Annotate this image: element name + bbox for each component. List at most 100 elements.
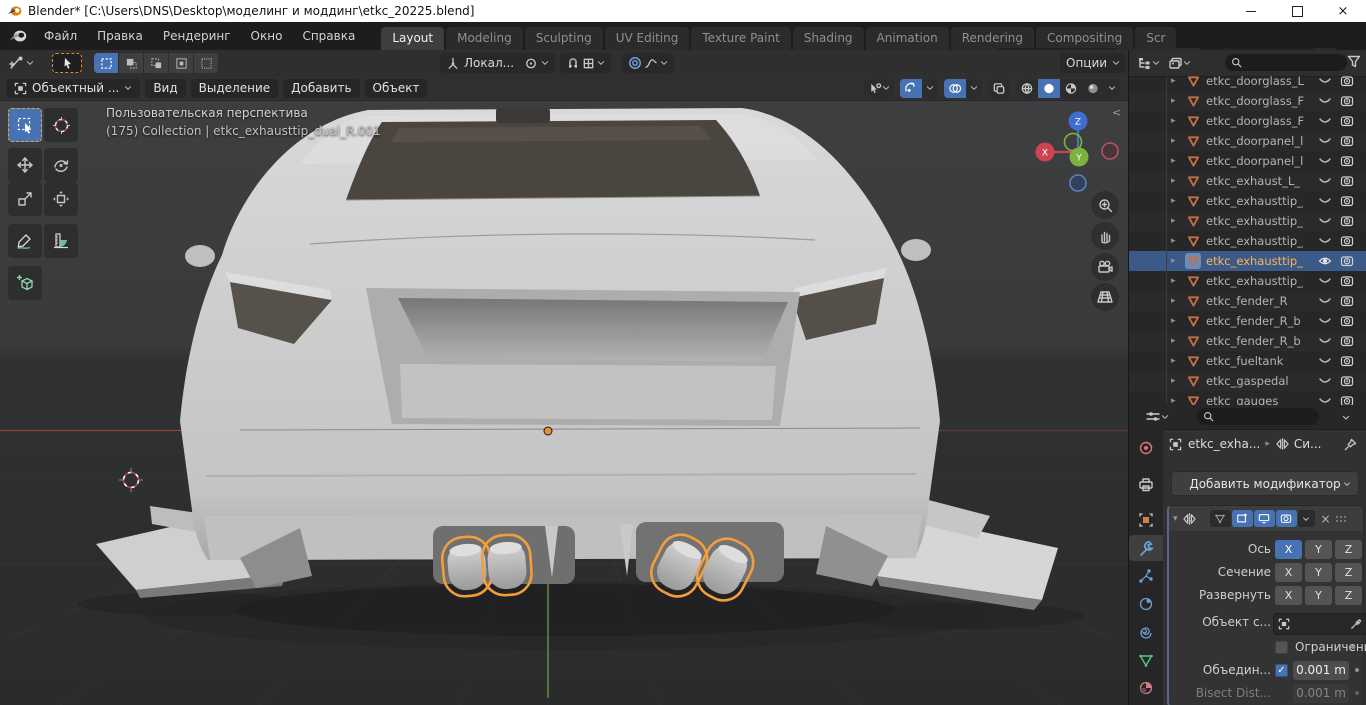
disclosure-triangle-icon[interactable]: ▸	[1171, 136, 1185, 146]
workspace-tab[interactable]: Compositing	[1036, 27, 1133, 50]
sidebar-collapse-chevron[interactable]: <	[1112, 106, 1121, 119]
viewport-menu-item[interactable]: Добавить	[283, 79, 359, 98]
outliner-row[interactable]: ▸ etkc_fueltank	[1129, 351, 1366, 371]
disable-render-toggle[interactable]	[1336, 215, 1358, 227]
minimize-button[interactable]	[1228, 0, 1274, 22]
shading-rendered-button[interactable]	[1082, 79, 1104, 98]
pivot-point-dropdown[interactable]	[518, 53, 555, 73]
outliner-row[interactable]: ▸ etkc_fender_R_b	[1129, 311, 1366, 331]
properties-options-chevron[interactable]	[1341, 413, 1351, 422]
tab-material-properties[interactable]	[1129, 675, 1163, 701]
select-mode-intersect[interactable]	[194, 53, 218, 73]
object-name[interactable]: etkc_exhausttip_	[1206, 274, 1314, 288]
axis-y-button[interactable]: Y	[1305, 540, 1332, 559]
disclosure-triangle-icon[interactable]: ▸	[1171, 316, 1185, 326]
tab-output-properties[interactable]	[1129, 471, 1163, 497]
bisect-distance-field[interactable]: 0.001 m	[1293, 684, 1349, 703]
pan-button[interactable]	[1091, 222, 1119, 250]
mode-selector[interactable]: Объектный ...	[6, 79, 140, 98]
shading-wireframe-button[interactable]	[1016, 79, 1038, 98]
workspace-tab[interactable]: Layout	[381, 27, 444, 50]
bisect-x-button[interactable]: X	[1275, 563, 1302, 582]
outliner-row[interactable]: ▸ etkc_exhausttip_	[1129, 251, 1366, 271]
topbar-menu-item[interactable]: Файл	[34, 25, 87, 47]
display-render-toggle[interactable]	[1276, 510, 1297, 527]
zoom-button[interactable]	[1091, 191, 1119, 219]
hide-viewport-toggle[interactable]	[1314, 335, 1336, 347]
topbar-menu-item[interactable]: Правка	[87, 25, 153, 47]
workspace-tab[interactable]: Rendering	[951, 27, 1034, 50]
outliner-row[interactable]: ▸ etkc_doorglass_F	[1129, 91, 1366, 111]
disable-render-toggle[interactable]	[1336, 295, 1358, 307]
hide-viewport-toggle[interactable]	[1314, 315, 1336, 327]
outliner-row[interactable]: ▸ etkc_doorpanel_l	[1129, 131, 1366, 151]
disclosure-triangle-icon[interactable]: ▸	[1171, 176, 1185, 186]
modifier-panel-header[interactable]: ▾ ×	[1169, 506, 1363, 531]
disclosure-triangle-icon[interactable]: ▸	[1171, 276, 1185, 286]
disable-render-toggle[interactable]	[1336, 355, 1358, 367]
outliner-row[interactable]: ▸ etkc_doorglass_F	[1129, 111, 1366, 131]
disclosure-triangle-icon[interactable]: ▸	[1171, 296, 1185, 306]
disable-render-toggle[interactable]	[1336, 75, 1358, 87]
object-name[interactable]: etkc_exhaust_L_	[1206, 174, 1314, 188]
hide-viewport-toggle[interactable]	[1314, 135, 1336, 147]
outliner-row[interactable]: ▸ etkc_exhausttip_	[1129, 211, 1366, 231]
viewport-3d[interactable]: Объектный ... ВидВыделениеДобавитьОбъект	[0, 76, 1128, 705]
viewport-menu-item[interactable]: Вид	[145, 79, 185, 98]
workspace-tab[interactable]: Sculpting	[525, 27, 603, 50]
shading-material-button[interactable]	[1060, 79, 1082, 98]
object-name[interactable]: etkc_fueltank	[1206, 354, 1314, 368]
workspace-tab[interactable]: Animation	[866, 27, 949, 50]
hide-viewport-toggle[interactable]	[1314, 215, 1336, 227]
disclosure-triangle-icon[interactable]: ▸	[1171, 96, 1185, 106]
bisect-z-button[interactable]: Z	[1335, 563, 1362, 582]
outliner-row[interactable]: ▸ etkc_gaspedal	[1129, 371, 1366, 391]
workspace-tab[interactable]: Scr	[1135, 27, 1176, 50]
object-name[interactable]: etkc_exhausttip_	[1206, 194, 1314, 208]
bisect-y-button[interactable]: Y	[1305, 563, 1332, 582]
disclosure-triangle-icon[interactable]: ▸	[1171, 156, 1185, 166]
workspace-tab[interactable]: Shading	[793, 27, 864, 50]
object-name[interactable]: etkc_doorglass_L	[1206, 74, 1314, 88]
object-name[interactable]: etkc_doorpanel_l	[1206, 154, 1314, 168]
display-on-cage-toggle[interactable]	[1210, 510, 1231, 527]
workspace-tab[interactable]: Texture Paint	[691, 27, 790, 50]
hide-viewport-toggle[interactable]	[1314, 75, 1336, 87]
disable-render-toggle[interactable]	[1336, 195, 1358, 207]
disable-render-toggle[interactable]	[1336, 155, 1358, 167]
animate-dot[interactable]	[1351, 645, 1355, 649]
select-mode-subtract[interactable]	[144, 53, 169, 73]
disclosure-triangle-icon[interactable]: ▸	[1171, 396, 1185, 405]
merge-threshold-field[interactable]: 0.001 m	[1293, 661, 1349, 680]
xray-toggle[interactable]	[988, 79, 1010, 98]
panel-expand-icon[interactable]: ▾	[1173, 514, 1178, 524]
hide-viewport-toggle[interactable]	[1314, 115, 1336, 127]
display-realtime-toggle[interactable]	[1254, 510, 1275, 527]
disable-render-toggle[interactable]	[1336, 135, 1358, 147]
disable-render-toggle[interactable]	[1336, 95, 1358, 107]
flip-z-button[interactable]: Z	[1335, 586, 1362, 605]
display-edit-mode-toggle[interactable]	[1232, 510, 1253, 527]
disclosure-triangle-icon[interactable]: ▸	[1171, 356, 1185, 366]
breadcrumb-object-name[interactable]: etkc_exha...	[1188, 437, 1260, 451]
overlays-toggle[interactable]	[944, 79, 966, 98]
object-name[interactable]: etkc_doorglass_F	[1206, 114, 1314, 128]
orthographic-toggle-button[interactable]	[1091, 283, 1119, 311]
overlays-dropdown[interactable]	[966, 79, 982, 98]
disclosure-triangle-icon[interactable]: ▸	[1171, 196, 1185, 206]
tab-particle-properties[interactable]	[1129, 563, 1163, 589]
object-name[interactable]: etkc_fender_R_b	[1206, 314, 1314, 328]
tool-scale[interactable]	[8, 182, 42, 216]
select-mode-new[interactable]	[94, 53, 119, 73]
tool-annotate[interactable]	[8, 224, 42, 258]
outliner-display-mode-dropdown[interactable]	[1137, 57, 1160, 70]
topbar-menu-item[interactable]: Окно	[241, 25, 293, 47]
maximize-button[interactable]	[1274, 0, 1320, 22]
workspace-tab[interactable]: Modeling	[446, 27, 523, 50]
object-name[interactable]: etkc_gauges	[1206, 394, 1314, 405]
disclosure-triangle-icon[interactable]: ▸	[1171, 236, 1185, 246]
blender-app-icon[interactable]	[8, 29, 28, 43]
disable-render-toggle[interactable]	[1336, 335, 1358, 347]
viewport-menu-item[interactable]: Выделение	[191, 79, 278, 98]
outliner-row[interactable]: ▸ etkc_exhaust_L_	[1129, 171, 1366, 191]
